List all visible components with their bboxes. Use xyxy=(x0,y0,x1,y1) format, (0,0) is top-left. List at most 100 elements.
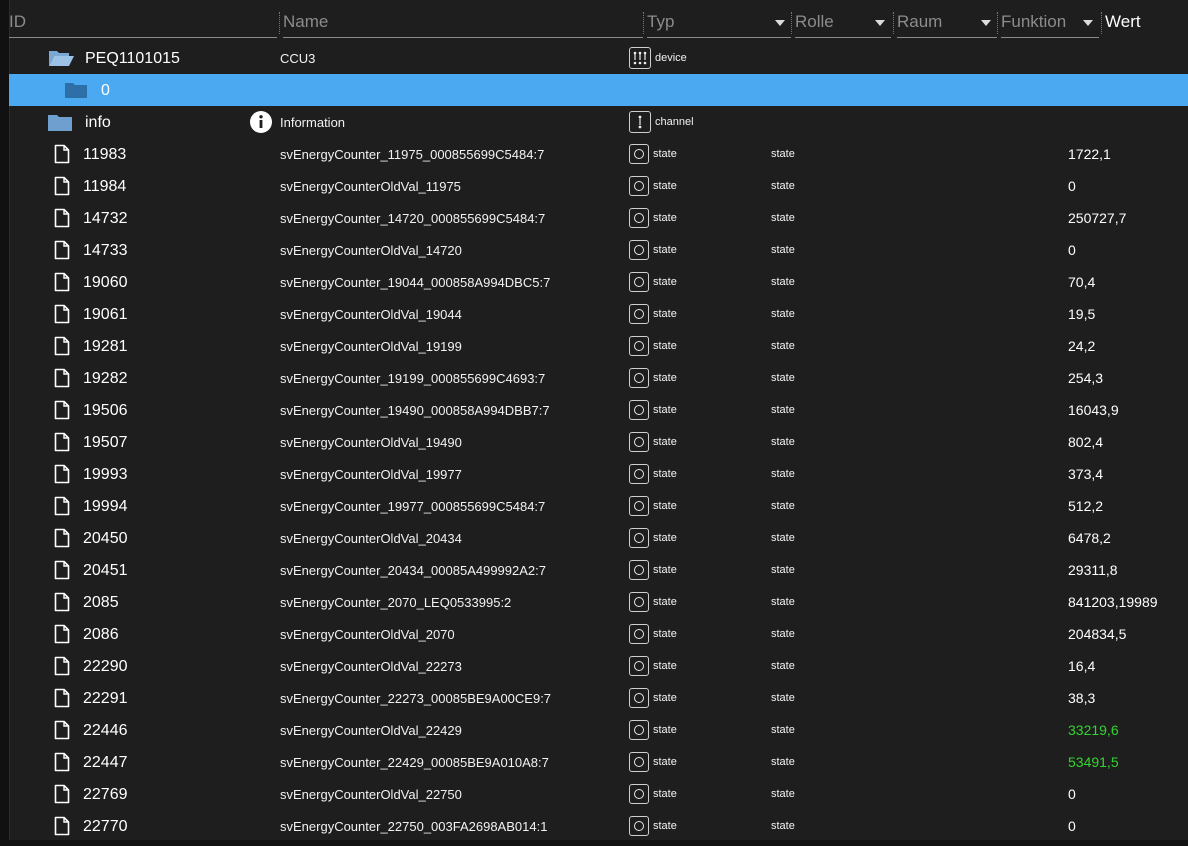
table-row[interactable]: 14733 svEnergyCounterOldVal_14720 state … xyxy=(9,234,1188,266)
table-row[interactable]: 22291 svEnergyCounter_22273_00085BE9A00C… xyxy=(9,682,1188,714)
row-value[interactable]: 16,4 xyxy=(1068,658,1095,674)
table-row[interactable]: 20450 svEnergyCounterOldVal_20434 state … xyxy=(9,522,1188,554)
state-type-icon xyxy=(629,240,649,260)
header-raum-filter[interactable]: Raum xyxy=(897,10,997,38)
state-type-icon xyxy=(629,816,649,836)
dropdown-arrow-icon[interactable] xyxy=(981,20,991,26)
row-value[interactable]: 6478,2 xyxy=(1068,530,1111,546)
tree-row-device[interactable]: PEQ1101015 CCU3 device xyxy=(9,42,1188,74)
row-name: svEnergyCounterOldVal_22273 xyxy=(280,659,462,674)
row-value[interactable]: 254,3 xyxy=(1068,370,1103,386)
row-value[interactable]: 0 xyxy=(1068,178,1076,194)
row-value[interactable]: 19,5 xyxy=(1068,306,1095,322)
row-value[interactable]: 802,4 xyxy=(1068,434,1103,450)
table-row[interactable]: 19282 svEnergyCounter_19199_000855699C46… xyxy=(9,362,1188,394)
row-name: svEnergyCounterOldVal_19199 xyxy=(280,339,462,354)
column-resizer[interactable] xyxy=(643,12,645,34)
row-value[interactable]: 0 xyxy=(1068,242,1076,258)
row-name: svEnergyCounterOldVal_19044 xyxy=(280,307,462,322)
table-row[interactable]: 19060 svEnergyCounter_19044_000858A994DB… xyxy=(9,266,1188,298)
column-resizer[interactable] xyxy=(279,12,281,34)
file-icon xyxy=(54,298,70,330)
state-rows: 11983 svEnergyCounter_11975_000855699C54… xyxy=(9,138,1188,842)
row-role: state xyxy=(771,500,795,512)
file-icon xyxy=(54,746,70,778)
row-type: channel xyxy=(629,111,694,133)
folder-open-icon[interactable] xyxy=(47,42,75,74)
row-value[interactable]: 70,4 xyxy=(1068,274,1095,290)
row-value[interactable]: 53491,5 xyxy=(1068,754,1119,770)
row-value[interactable]: 16043,9 xyxy=(1068,402,1119,418)
row-id: info xyxy=(85,114,111,131)
table-row[interactable]: 20451 svEnergyCounter_20434_00085A499992… xyxy=(9,554,1188,586)
row-id: 19506 xyxy=(83,402,128,419)
header-rolle-filter[interactable]: Rolle xyxy=(795,10,891,38)
dropdown-arrow-icon[interactable] xyxy=(875,20,885,26)
row-type: state xyxy=(629,815,677,837)
column-resizer[interactable] xyxy=(893,12,895,34)
table-row[interactable]: 19993 svEnergyCounterOldVal_19977 state … xyxy=(9,458,1188,490)
table-row[interactable]: 2085 svEnergyCounter_2070_LEQ0533995:2 s… xyxy=(9,586,1188,618)
table-row[interactable]: 14732 svEnergyCounter_14720_000855699C54… xyxy=(9,202,1188,234)
dropdown-arrow-icon[interactable] xyxy=(1083,20,1093,26)
row-value[interactable]: 373,4 xyxy=(1068,466,1103,482)
header-name[interactable]: Name xyxy=(283,10,643,38)
row-value[interactable]: 204834,5 xyxy=(1068,626,1126,642)
header-typ-filter[interactable]: Typ xyxy=(647,10,791,38)
table-row[interactable]: 19061 svEnergyCounterOldVal_19044 state … xyxy=(9,298,1188,330)
tree-row-info[interactable]: info Information channel xyxy=(9,106,1188,138)
column-resizer[interactable] xyxy=(1101,12,1103,34)
table-row[interactable]: 22290 svEnergyCounterOldVal_22273 state … xyxy=(9,650,1188,682)
header-id[interactable]: ID xyxy=(9,10,277,38)
row-value[interactable]: 841203,19989 xyxy=(1068,594,1158,610)
row-value[interactable]: 29311,8 xyxy=(1068,562,1118,578)
row-value[interactable]: 512,2 xyxy=(1068,498,1103,514)
file-icon xyxy=(54,490,70,522)
table-row[interactable]: 19994 svEnergyCounter_19977_000855699C54… xyxy=(9,490,1188,522)
row-id: 20451 xyxy=(83,562,128,579)
table-row[interactable]: 22769 svEnergyCounterOldVal_22750 state … xyxy=(9,778,1188,810)
table-row[interactable]: 19506 svEnergyCounter_19490_000858A994DB… xyxy=(9,394,1188,426)
file-icon xyxy=(54,426,70,458)
row-name: svEnergyCounter_22429_00085BE9A010A8:7 xyxy=(280,755,549,770)
table-row[interactable]: 2086 svEnergyCounterOldVal_2070 state st… xyxy=(9,618,1188,650)
file-icon xyxy=(54,618,70,650)
row-type: state xyxy=(629,463,677,485)
row-value[interactable]: 0 xyxy=(1068,818,1076,834)
table-row[interactable]: 22447 svEnergyCounter_22429_00085BE9A010… xyxy=(9,746,1188,778)
table-row[interactable]: 22770 svEnergyCounter_22750_003FA2698AB0… xyxy=(9,810,1188,842)
row-value[interactable]: 250727,7 xyxy=(1068,210,1126,226)
file-icon xyxy=(54,714,70,746)
table-row[interactable]: 11984 svEnergyCounterOldVal_11975 state … xyxy=(9,170,1188,202)
row-id: 22770 xyxy=(83,818,128,835)
state-type-icon xyxy=(629,752,649,772)
folder-icon[interactable] xyxy=(47,106,73,138)
row-role: state xyxy=(771,148,795,160)
row-name: svEnergyCounterOldVal_14720 xyxy=(280,243,462,258)
row-value[interactable]: 1722,1 xyxy=(1068,146,1111,162)
state-type-icon xyxy=(629,464,649,484)
row-value[interactable]: 38,3 xyxy=(1068,690,1095,706)
row-id: 0 xyxy=(101,82,110,99)
row-value[interactable]: 33219,6 xyxy=(1068,722,1119,738)
table-row[interactable]: 19281 svEnergyCounterOldVal_19199 state … xyxy=(9,330,1188,362)
row-value[interactable]: 0 xyxy=(1068,786,1076,802)
dropdown-arrow-icon[interactable] xyxy=(775,20,785,26)
row-id: 14732 xyxy=(83,210,128,227)
row-role: state xyxy=(771,468,795,480)
table-row[interactable]: 22446 svEnergyCounterOldVal_22429 state … xyxy=(9,714,1188,746)
folder-icon[interactable] xyxy=(64,74,88,106)
row-name: svEnergyCounterOldVal_22429 xyxy=(280,723,462,738)
column-resizer[interactable] xyxy=(791,12,793,34)
row-type: state xyxy=(629,367,677,389)
header-funktion-filter[interactable]: Funktion xyxy=(1001,10,1099,38)
row-value[interactable]: 24,2 xyxy=(1068,338,1095,354)
table-row[interactable]: 11983 svEnergyCounter_11975_000855699C54… xyxy=(9,138,1188,170)
row-role: state xyxy=(771,244,795,256)
tree-row-channel-0[interactable]: 0 xyxy=(9,74,1188,106)
row-id: 22291 xyxy=(83,690,128,707)
header-wert[interactable]: Wert xyxy=(1105,10,1185,38)
state-type-icon xyxy=(629,784,649,804)
table-row[interactable]: 19507 svEnergyCounterOldVal_19490 state … xyxy=(9,426,1188,458)
column-resizer[interactable] xyxy=(997,12,999,34)
